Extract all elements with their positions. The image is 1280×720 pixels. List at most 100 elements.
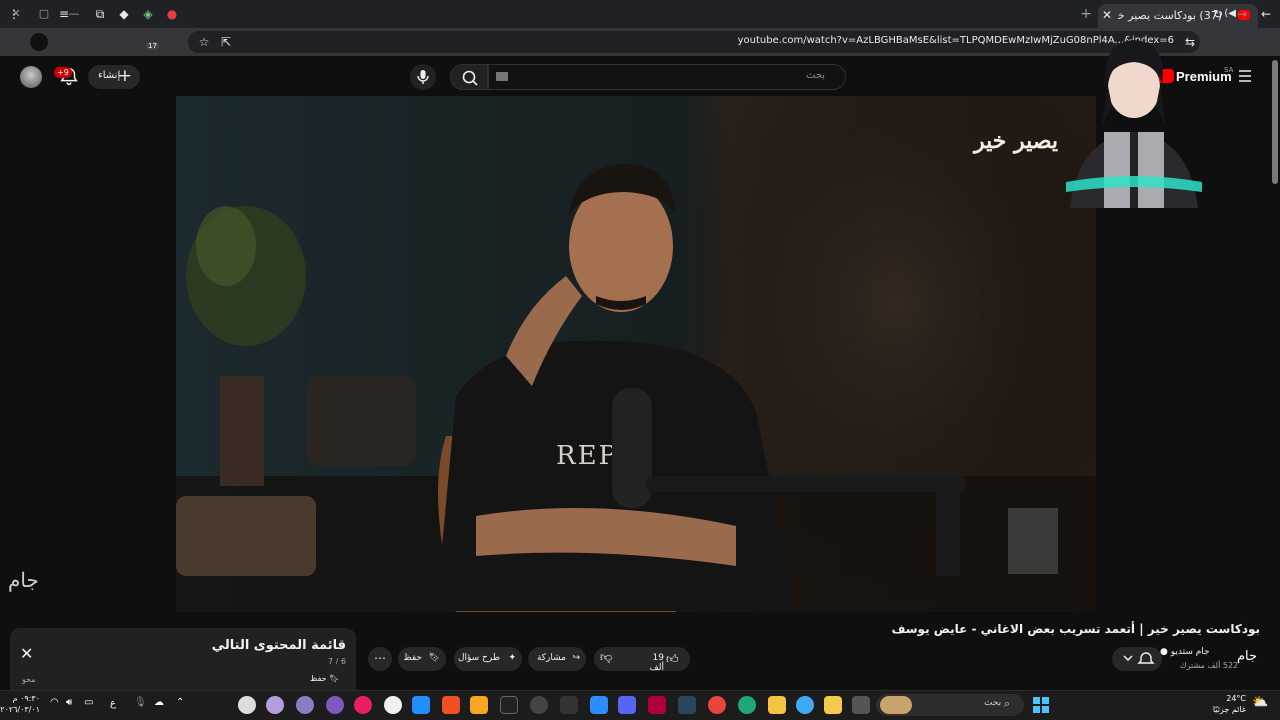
- share-icon: ↪: [572, 653, 580, 663]
- region-code: SA: [1224, 66, 1234, 74]
- mail-icon[interactable]: [590, 696, 608, 714]
- close-tab-icon[interactable]: ✕: [1102, 8, 1112, 22]
- channel-avatar[interactable]: جام: [1236, 646, 1258, 668]
- side-watermark: جام: [8, 568, 39, 592]
- start-menu-icon[interactable]: [1032, 696, 1050, 714]
- like-button[interactable]: 👍︎ 19 ألف: [640, 647, 690, 673]
- subscriber-count: 522 ألف مشترك: [1180, 661, 1239, 670]
- extension-red-icon[interactable]: ●: [164, 6, 180, 22]
- svg-text:REP: REP: [556, 441, 618, 471]
- playlist-save-button[interactable]: 🔖︎ حفظ: [310, 674, 339, 683]
- playlist-title: قائمة المحتوى التالي: [211, 638, 346, 653]
- search-highlight-icon[interactable]: [880, 696, 912, 714]
- extension-shield-icon[interactable]: ◈: [140, 6, 156, 22]
- account-avatar[interactable]: [20, 66, 42, 88]
- ask-label: طرح سؤال: [457, 653, 500, 663]
- weather-cloud-icon: ⛅: [1252, 695, 1269, 710]
- vtuber-avatar-overlay: [1060, 36, 1208, 208]
- app-lilac-icon[interactable]: [266, 696, 284, 714]
- battery-icon[interactable]: ▭: [84, 697, 93, 708]
- app-yellow-icon[interactable]: [470, 696, 488, 714]
- save-label: حفظ: [403, 653, 422, 663]
- tab-title: (37) بودكاست يصير خير | أتعـ: [1118, 9, 1222, 22]
- ask-button[interactable]: ✦ طرح سؤال: [454, 647, 522, 671]
- app-red-icon[interactable]: [648, 696, 666, 714]
- video-player[interactable]: REP: [176, 96, 1096, 612]
- steam-icon[interactable]: [678, 696, 696, 714]
- search-placeholder: بحث: [806, 70, 826, 81]
- save-button[interactable]: 🔖︎ حفظ: [398, 647, 446, 671]
- app-dark-icon[interactable]: [560, 696, 578, 714]
- thumbs-up-icon: 👍︎: [666, 652, 679, 666]
- extension-badge: 17: [146, 42, 159, 50]
- channel-name-text: جام ستديو: [1170, 647, 1210, 657]
- forward-icon[interactable]: →: [1234, 6, 1250, 22]
- chrome-app-icon[interactable]: [796, 696, 814, 714]
- clock-date: ٢٠٢٦/٠٣/٠١: [0, 705, 40, 714]
- search-icon: ⌕: [1004, 697, 1011, 710]
- temperature: 24°C: [1226, 694, 1246, 703]
- playlist-position: 7 / 6: [328, 657, 346, 666]
- app-white-icon[interactable]: [384, 696, 402, 714]
- office-icon[interactable]: [442, 696, 460, 714]
- subscription-bell-button[interactable]: [1112, 647, 1162, 671]
- hamburger-menu-icon[interactable]: [1238, 70, 1252, 82]
- settings-gear-icon[interactable]: [238, 696, 256, 714]
- onedrive-icon[interactable]: ☁: [154, 697, 164, 708]
- file-explorer-icon[interactable]: [768, 696, 786, 714]
- dislike-button[interactable]: 👎︎: [600, 650, 612, 665]
- discord-icon[interactable]: [618, 696, 636, 714]
- extension-diamond-icon[interactable]: ◆: [116, 6, 132, 22]
- input-language[interactable]: ع: [110, 698, 116, 709]
- app-blue-icon[interactable]: [412, 696, 430, 714]
- tray-overflow-icon[interactable]: ⌃: [176, 697, 184, 708]
- app-lavender-icon[interactable]: [296, 696, 314, 714]
- volume-icon[interactable]: 🔊︎: [66, 697, 72, 708]
- microphone-icon[interactable]: 🎙︎: [134, 697, 147, 708]
- app-purple-icon[interactable]: [326, 696, 344, 714]
- task-view-icon[interactable]: [852, 696, 870, 714]
- microsoft-store-icon[interactable]: [824, 696, 842, 714]
- media-controls-icon[interactable]: ≡: [56, 6, 72, 22]
- video-title: بودكاست يصير خير | أتعمد تسريب بعض الاغا…: [891, 622, 1260, 636]
- search-button[interactable]: [450, 64, 488, 90]
- voice-search-button[interactable]: [410, 64, 436, 90]
- new-tab-button[interactable]: +: [1078, 6, 1094, 22]
- channel-watermark: يصير خير: [974, 128, 1059, 154]
- plus-icon: +: [117, 66, 132, 86]
- page-scrollbar[interactable]: [1272, 60, 1278, 184]
- close-icon[interactable]: ✕: [20, 644, 33, 663]
- share-label: مشاركة: [536, 653, 566, 663]
- open-in-app-icon[interactable]: ⇱: [218, 34, 234, 50]
- channel-name[interactable]: جام ستديو ●: [1160, 647, 1210, 657]
- bookmark-star-icon[interactable]: ☆: [196, 34, 212, 50]
- playlist-bookmark-icon: 🔖︎: [329, 674, 340, 683]
- reload-icon[interactable]: ↻: [1210, 6, 1226, 22]
- search-input[interactable]: [488, 64, 846, 90]
- clock-time: ٠٩:٣٠ م: [12, 694, 40, 703]
- notifications-badge: +9: [54, 67, 72, 78]
- sparkle-icon: ✦: [508, 653, 516, 663]
- share-button[interactable]: ↪ مشاركة: [528, 647, 586, 671]
- color-picker-icon[interactable]: [354, 696, 372, 714]
- weather-description: غائم جزئيًا: [1212, 705, 1246, 714]
- chrome-icon[interactable]: [708, 696, 726, 714]
- taskbar-search-placeholder: بحث: [984, 698, 1002, 708]
- system-clock[interactable]: ٠٩:٣٠ م ٢٠٢٦/٠٣/٠١: [0, 693, 40, 715]
- create-button[interactable]: إنشاء +: [88, 65, 140, 89]
- maximize-window-icon[interactable]: ▢: [36, 6, 52, 22]
- edge-icon[interactable]: [738, 696, 756, 714]
- epic-games-icon[interactable]: [500, 696, 518, 714]
- video-frame-illustration: REP: [176, 96, 1096, 612]
- wifi-icon[interactable]: ◠: [50, 697, 59, 708]
- more-actions-button[interactable]: ⋯: [368, 647, 392, 671]
- keyboard-icon[interactable]: [496, 72, 508, 81]
- weather-widget[interactable]: 24°C غائم جزئيًا: [1206, 693, 1246, 715]
- profile-avatar-icon[interactable]: [30, 33, 48, 51]
- extensions-icon[interactable]: ⧉: [92, 6, 108, 22]
- app-circle-icon[interactable]: [530, 696, 548, 714]
- bookmark-icon: 🔖︎: [428, 653, 440, 663]
- playlist-clear-label[interactable]: محو: [22, 675, 36, 684]
- kebab-menu-icon[interactable]: ⋮: [6, 6, 22, 22]
- back-icon[interactable]: ←: [1258, 6, 1274, 22]
